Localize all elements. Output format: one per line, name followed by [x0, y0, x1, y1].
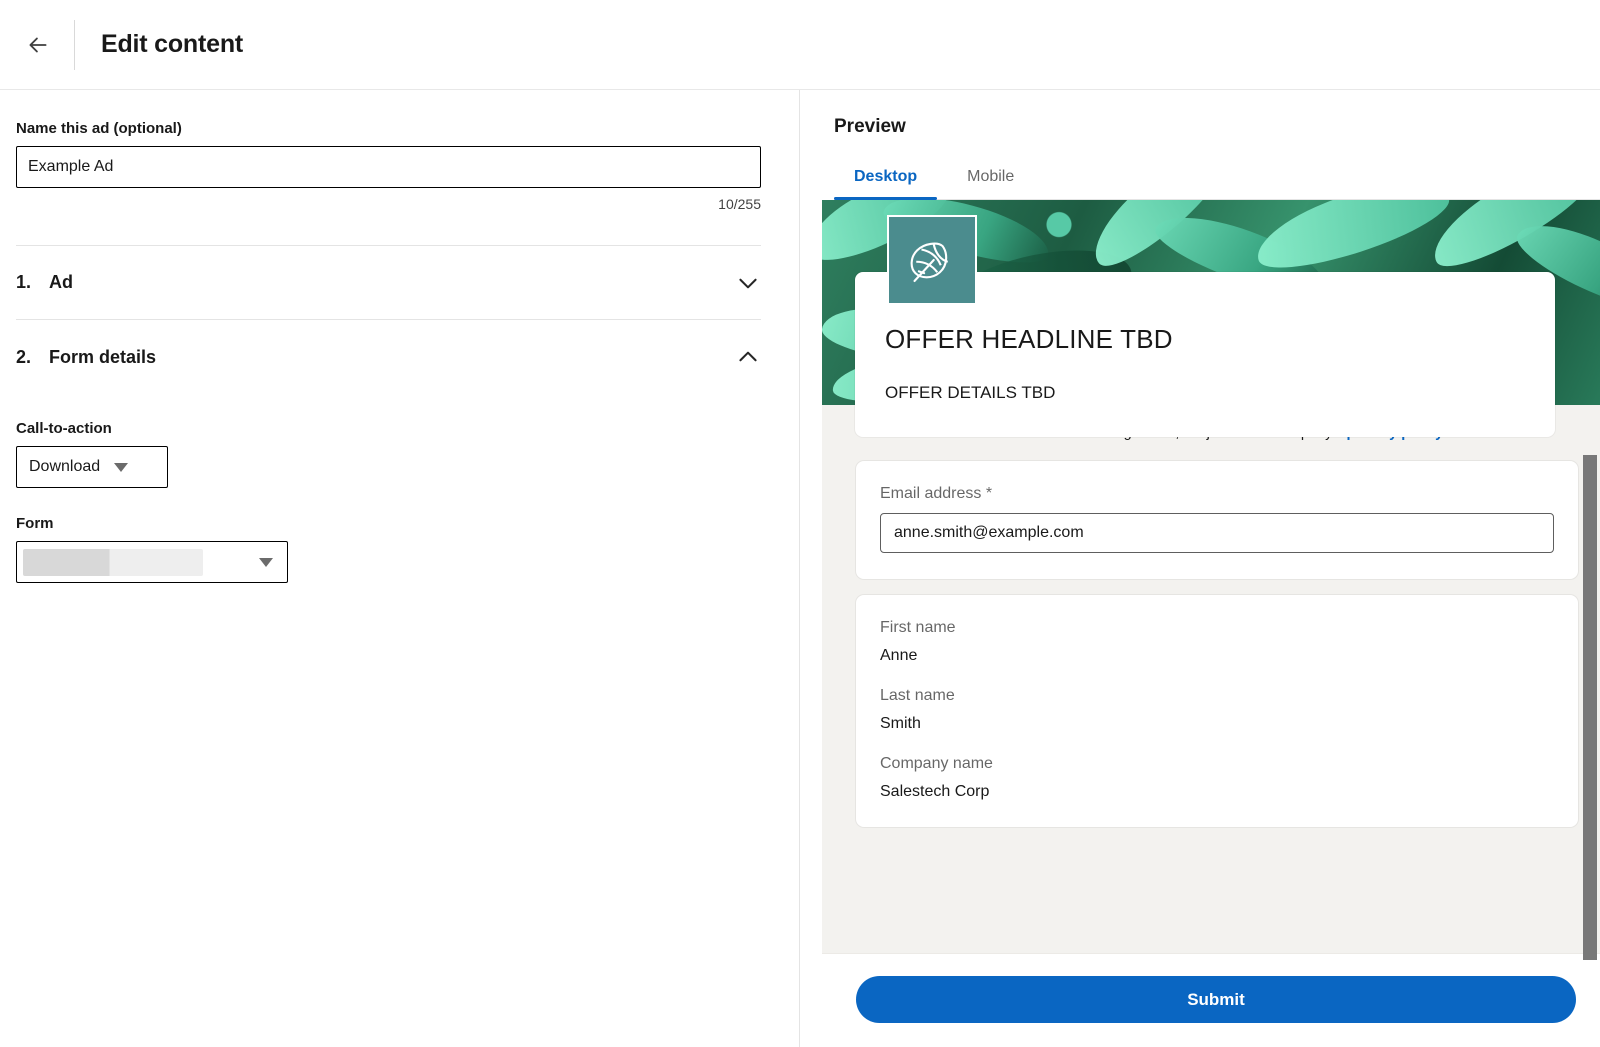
section-ad-title: 1.Ad: [16, 272, 73, 293]
caret-down-icon: [259, 558, 273, 567]
page-header: Edit content: [0, 0, 1600, 90]
section-form-details-title: 2.Form details: [16, 347, 156, 368]
section-form-details-number: 2.: [16, 347, 49, 368]
call-to-action-label: Call-to-action: [16, 420, 759, 437]
ad-name-label: Name this ad (optional): [16, 120, 759, 137]
last-name-label: Last name: [880, 687, 1554, 705]
arrow-left-icon: [25, 32, 51, 58]
offer-details: OFFER DETAILS TBD: [885, 383, 1525, 403]
call-to-action-value: Download: [29, 458, 100, 476]
brand-logo: [887, 215, 977, 305]
header-divider: [74, 20, 75, 70]
caret-down-icon: [114, 463, 128, 472]
profile-fields-card: First name Anne Last name Smith Company …: [856, 595, 1578, 827]
tab-desktop[interactable]: Desktop: [834, 160, 937, 199]
preview-footer: Submit: [822, 953, 1600, 1047]
email-field-card: Email address *: [856, 461, 1578, 579]
section-ad[interactable]: 1.Ad: [16, 246, 761, 320]
chevron-up-icon: [735, 344, 761, 370]
last-name-value: Smith: [880, 715, 1554, 733]
section-form-details-label: Form details: [49, 347, 156, 367]
ad-offer-card: OFFER HEADLINE TBD OFFER DETAILS TBD: [855, 272, 1555, 437]
form-select-loading-placeholder: [23, 549, 203, 576]
section-ad-label: Ad: [49, 272, 73, 292]
preview-tabs: Desktop Mobile: [834, 160, 1600, 200]
company-name-value: Salestech Corp: [880, 783, 1554, 801]
ad-name-input[interactable]: [16, 146, 761, 188]
call-to-action-select[interactable]: Download: [16, 446, 168, 488]
email-field-input[interactable]: [880, 513, 1554, 553]
page-body: Name this ad (optional) 10/255 1.Ad 2.Fo…: [0, 90, 1600, 1047]
tab-mobile[interactable]: Mobile: [947, 160, 1034, 199]
edit-content-page: Edit content Name this ad (optional) 10/…: [0, 0, 1600, 1047]
submit-button[interactable]: Submit: [856, 976, 1576, 1023]
ad-name-counter: 10/255: [16, 196, 761, 212]
company-name-label: Company name: [880, 755, 1554, 773]
preview-scrollbar-thumb[interactable]: [1583, 455, 1597, 960]
email-field-label: Email address *: [880, 485, 1554, 503]
preview-header: Preview Desktop Mobile: [800, 90, 1600, 200]
preview-title: Preview: [834, 116, 1600, 138]
form-select-label: Form: [16, 515, 759, 532]
preview-panel: Preview Desktop Mobile: [800, 90, 1600, 1047]
ad-hero-area: OFFER HEADLINE TBD OFFER DETAILS TBD: [822, 200, 1600, 405]
back-button[interactable]: [14, 21, 62, 69]
section-ad-number: 1.: [16, 272, 49, 293]
first-name-label: First name: [880, 619, 1554, 637]
chevron-down-icon: [735, 270, 761, 296]
preview-viewport: OFFER HEADLINE TBD OFFER DETAILS TBD We'…: [822, 200, 1600, 953]
first-name-value: Anne: [880, 647, 1554, 665]
section-form-details[interactable]: 2.Form details: [16, 320, 761, 394]
leaf-logo-icon: [904, 232, 960, 288]
page-title: Edit content: [101, 30, 243, 59]
form-select[interactable]: [16, 541, 288, 583]
form-details-body: Call-to-action Download Form: [16, 394, 759, 583]
edit-panel: Name this ad (optional) 10/255 1.Ad 2.Fo…: [0, 90, 800, 1047]
offer-headline: OFFER HEADLINE TBD: [885, 324, 1525, 355]
